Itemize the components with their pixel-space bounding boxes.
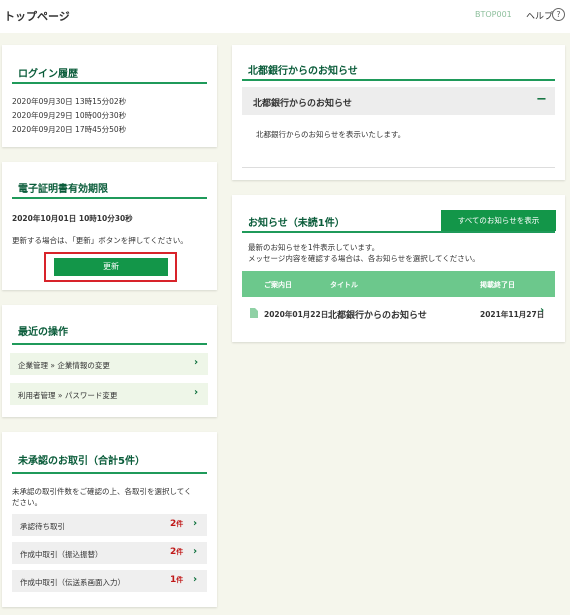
top-bar: トップページ BTOP001 ヘルプ ? xyxy=(0,0,570,33)
notice-accordion-header[interactable]: 北都銀行からのお知らせ − xyxy=(242,87,555,115)
help-icon[interactable]: ? xyxy=(552,8,565,21)
pending-description: 未承認の取引件数をご確認の上、各取引を選択してく xyxy=(12,487,192,496)
recent-op-label: 企業管理 » 企業情報の変更 xyxy=(18,361,110,370)
pending-item-label: 承認待ち取引 xyxy=(20,522,65,531)
title-rule xyxy=(12,343,207,345)
update-button[interactable]: 更新 xyxy=(54,258,168,276)
pending-transactions-panel: 未承認のお取引（合計5件） 未承認の取引件数をご確認の上、各取引を選択してく だ… xyxy=(2,432,217,607)
certificate-expiry: 2020年10月01日 10時10分30秒 xyxy=(12,214,133,223)
column-header: 掲載終了日 xyxy=(480,281,515,289)
bank-notice-panel: 北都銀行からのお知らせ 北都銀行からのお知らせ − 北都銀行からのお知らせを表示… xyxy=(232,45,565,180)
collapse-icon[interactable]: − xyxy=(536,92,547,107)
help-link[interactable]: ヘルプ xyxy=(526,9,553,22)
column-header: ご案内日 xyxy=(264,281,292,289)
recent-op-label: 利用者管理 » パスワード変更 xyxy=(18,391,118,400)
notice-body: 北都銀行からのお知らせを表示いたします。 xyxy=(256,130,406,139)
pending-count: 1件 xyxy=(170,575,184,585)
column-header: タイトル xyxy=(330,281,358,289)
login-history-title: ログイン履歴 xyxy=(18,69,78,80)
notice-title: 北都銀行からのお知らせ xyxy=(328,311,427,321)
chevron-right-icon: › xyxy=(194,387,199,398)
login-entry: 2020年09月30日 13時15分02秒 xyxy=(12,97,127,106)
show-all-notices-button[interactable]: すべてのお知らせを表示 xyxy=(441,210,556,231)
recent-operations-title: 最近の操作 xyxy=(18,327,68,338)
chevron-right-icon: › xyxy=(194,357,199,368)
login-history-panel: ログイン履歴 2020年09月30日 13時15分02秒 2020年09月29日… xyxy=(2,45,217,147)
certificate-note: 更新する場合は、「更新」ボタンを押してください。 xyxy=(12,236,188,245)
table-row[interactable]: 2020年01月22日 北都銀行からのお知らせ 2021年11月27日 › xyxy=(242,301,555,327)
title-rule xyxy=(242,79,555,81)
bank-notice-title: 北都銀行からのお知らせ xyxy=(248,66,358,77)
recent-op-item[interactable]: 利用者管理 » パスワード変更 › xyxy=(10,383,208,405)
pending-item[interactable]: 作成中取引（伝送系画面入力） 1件 › xyxy=(12,570,207,592)
notices-description: メッセージ内容を確認する場合は、各お知らせを選択してください。 xyxy=(248,254,480,263)
pending-item[interactable]: 作成中取引（振込振替） 2件 › xyxy=(12,542,207,564)
title-rule xyxy=(242,231,555,233)
notices-description: 最新のお知らせを1件表示しています。 xyxy=(248,243,380,252)
pending-item-label: 作成中取引（伝送系画面入力） xyxy=(20,578,125,587)
pending-count: 2件 xyxy=(170,547,184,557)
divider xyxy=(242,167,555,168)
screen-id: BTOP001 xyxy=(475,10,512,19)
notices-panel: お知らせ（未読1件） すべてのお知らせを表示 最新のお知らせを1件表示しています… xyxy=(232,195,565,342)
page-title: トップページ xyxy=(4,10,70,23)
chevron-right-icon: › xyxy=(193,518,198,529)
notices-table-header: ご案内日 タイトル 掲載終了日 xyxy=(242,271,555,297)
certificate-title: 電子証明書有効期限 xyxy=(18,184,108,195)
document-icon xyxy=(250,308,258,318)
login-entry: 2020年09月29日 10時00分30秒 xyxy=(12,111,127,120)
recent-operations-panel: 最近の操作 企業管理 » 企業情報の変更 › 利用者管理 » パスワード変更 › xyxy=(2,305,217,417)
certificate-panel: 電子証明書有効期限 2020年10月01日 10時10分30秒 更新する場合は、… xyxy=(2,162,217,290)
pending-item[interactable]: 承認待ち取引 2件 › xyxy=(12,514,207,536)
chevron-right-icon: › xyxy=(193,574,198,585)
pending-title: 未承認のお取引（合計5件） xyxy=(18,456,145,467)
notices-title: お知らせ（未読1件） xyxy=(248,218,345,229)
chevron-right-icon: › xyxy=(540,305,545,316)
recent-op-item[interactable]: 企業管理 » 企業情報の変更 › xyxy=(10,353,208,375)
notice-date: 2020年01月22日 xyxy=(264,310,329,319)
pending-count: 2件 xyxy=(170,519,184,529)
accordion-title: 北都銀行からのお知らせ xyxy=(253,99,352,109)
pending-item-label: 作成中取引（振込振替） xyxy=(20,550,103,559)
title-rule xyxy=(12,472,207,474)
login-entry: 2020年09月20日 17時45分50秒 xyxy=(12,125,127,134)
title-rule xyxy=(12,82,207,84)
title-rule xyxy=(12,197,207,199)
notice-end-date: 2021年11月27日 xyxy=(480,310,545,319)
chevron-right-icon: › xyxy=(193,546,198,557)
pending-description: ださい。 xyxy=(12,498,42,507)
